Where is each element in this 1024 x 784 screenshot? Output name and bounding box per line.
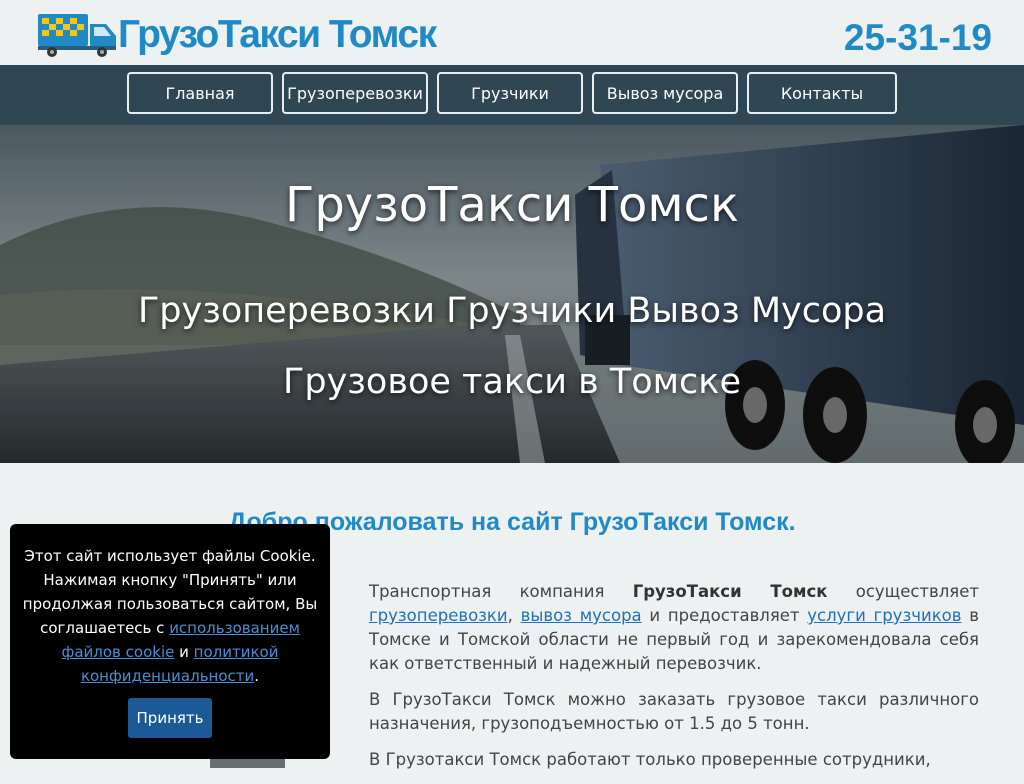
link-movers[interactable]: услуги грузчиков — [807, 606, 961, 625]
nav-item-cargo[interactable]: Грузоперевозки — [282, 72, 428, 114]
cookie-banner: Этот сайт использует файлы Cookie. Нажим… — [10, 524, 330, 759]
intro-paragraph-1: Транспортная компания ГрузоТакси Томск о… — [369, 580, 979, 676]
hero-title: ГрузоТакси Томск — [285, 177, 739, 233]
truck-logo-icon — [38, 14, 116, 57]
p1-text: и предоставляет — [641, 606, 808, 625]
p1-text: осуществляет — [827, 582, 979, 601]
p1-text: Транспортная компания — [369, 582, 633, 601]
site-title[interactable]: ГрузоТакси Томск — [118, 12, 437, 58]
nav-item-contacts[interactable]: Контакты — [747, 72, 897, 114]
nav-item-movers[interactable]: Грузчики — [437, 72, 583, 114]
p1-separator: , — [507, 606, 521, 625]
hero-subtitle-2: Грузовое такси в Томске — [283, 362, 741, 402]
accept-cookie-button[interactable]: Принять — [128, 698, 212, 738]
link-waste[interactable]: вывоз мусора — [521, 606, 642, 625]
cookie-and: и — [174, 643, 194, 661]
link-cargo[interactable]: грузоперевозки — [369, 606, 508, 625]
phone-number[interactable]: 25-31-19 — [844, 16, 992, 60]
main-nav: Главная Грузоперевозки Грузчики Вывоз му… — [0, 65, 1024, 125]
nav-item-home[interactable]: Главная — [127, 72, 273, 114]
brand-name: ГрузоТакси Томск — [632, 582, 828, 601]
logo[interactable] — [36, 10, 118, 58]
cookie-dot: . — [254, 667, 260, 685]
intro-paragraph-3: В Грузотакси Томск работают только прове… — [369, 750, 931, 769]
intro-content: Транспортная компания ГрузоТакси Томск о… — [369, 580, 979, 784]
hero-banner: ГрузоТакси Томск Грузоперевозки Грузчики… — [0, 125, 1024, 463]
hero-subtitle: Грузоперевозки Грузчики Вывоз Мусора — [137, 291, 887, 331]
nav-item-waste[interactable]: Вывоз мусора — [592, 72, 738, 114]
site-header: ГрузоТакси Томск 25-31-19 — [0, 0, 1024, 65]
intro-paragraph-2: В ГрузоТакси Томск можно заказать грузов… — [369, 690, 979, 733]
